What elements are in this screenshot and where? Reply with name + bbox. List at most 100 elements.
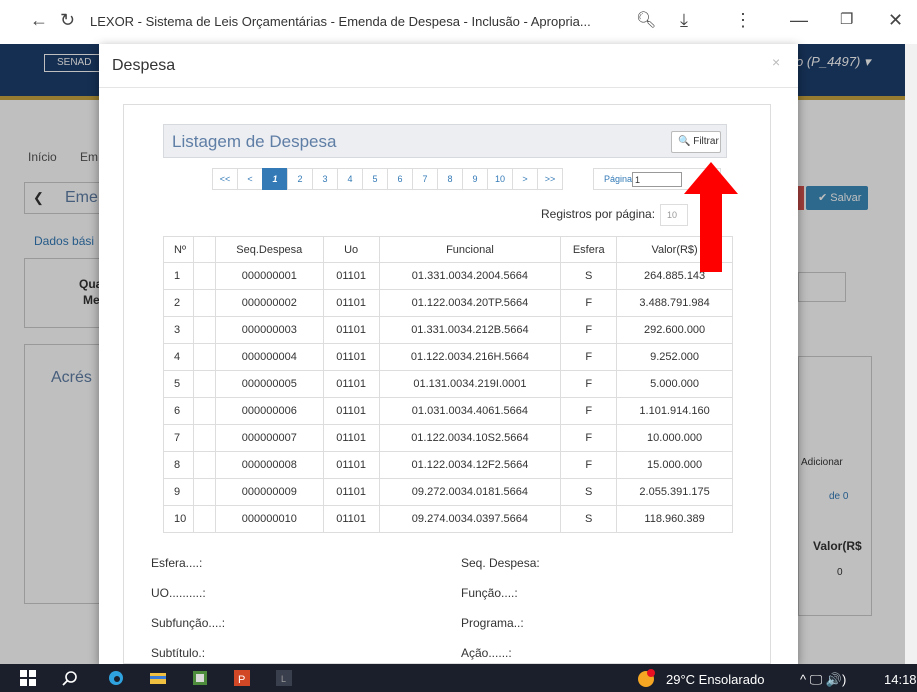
download-icon[interactable]: ⤓ bbox=[680, 10, 688, 31]
table-cell: 2 bbox=[163, 289, 194, 317]
listing-title: Listagem de Despesa bbox=[172, 132, 337, 151]
row-spacer-cell bbox=[192, 343, 216, 371]
minimize-icon[interactable]: — bbox=[790, 10, 808, 31]
page-link[interactable]: > bbox=[512, 168, 538, 190]
windows-start-icon[interactable] bbox=[20, 670, 36, 686]
filter-button[interactable]: 🔍 Filtrar bbox=[671, 131, 721, 153]
table-cell: 01101 bbox=[322, 397, 380, 425]
table-cell: 01.031.0034.4061.5664 bbox=[378, 397, 562, 425]
detail-acao: Ação......: bbox=[461, 646, 512, 660]
page-link[interactable]: << bbox=[212, 168, 238, 190]
powerpoint-icon[interactable]: P bbox=[234, 670, 250, 686]
table-row[interactable]: 10 000000010 01101 09.274.0034.0397.5664 S 11… bbox=[163, 505, 733, 533]
table-cell: 000000002 bbox=[214, 289, 324, 317]
page-link[interactable]: 6 bbox=[387, 168, 413, 190]
table-row[interactable]: 4 000000004 01101 01.122.0034.216H.5664 F 9.2… bbox=[163, 343, 733, 371]
row-spacer-cell bbox=[192, 289, 216, 317]
table-row[interactable]: 1 000000001 01101 01.331.0034.2004.5664 S 264… bbox=[163, 262, 733, 290]
col-header-seq: Seq.Despesa bbox=[214, 236, 324, 263]
table-cell: 7 bbox=[163, 424, 194, 452]
table-cell: 000000009 bbox=[214, 478, 324, 506]
table-cell: 01101 bbox=[322, 451, 380, 479]
edge-browser-icon[interactable] bbox=[108, 670, 124, 686]
page-link[interactable]: 3 bbox=[312, 168, 338, 190]
page-link[interactable]: 8 bbox=[437, 168, 463, 190]
page-link[interactable]: 2 bbox=[287, 168, 313, 190]
page-link[interactable]: < bbox=[237, 168, 263, 190]
table-header-row: Nº Seq.Despesa Uo Funcional Esfera Valor… bbox=[163, 236, 733, 263]
clock[interactable]: 14:18 bbox=[884, 672, 917, 687]
page-link[interactable]: 4 bbox=[337, 168, 363, 190]
table-cell: 01.122.0034.10S2.5664 bbox=[378, 424, 562, 452]
search-icon[interactable] bbox=[62, 670, 78, 686]
table-cell: F bbox=[560, 451, 618, 479]
table-row[interactable]: 7 000000007 01101 01.122.0034.10S2.5664 F 10.… bbox=[163, 424, 733, 452]
col-header-uo: Uo bbox=[322, 236, 380, 263]
detail-subfuncao: Subfunção....: bbox=[151, 616, 226, 630]
page-link[interactable]: 1 bbox=[262, 168, 288, 190]
detail-seq-despesa: Seq. Despesa: bbox=[461, 556, 540, 570]
page-scrollbar[interactable] bbox=[905, 44, 917, 664]
table-row[interactable]: 3 000000003 01101 01.331.0034.212B.5664 F 292… bbox=[163, 316, 733, 344]
modal-header: Despesa × bbox=[99, 44, 798, 88]
table-cell: 01101 bbox=[322, 370, 380, 398]
table-cell: F bbox=[560, 397, 618, 425]
row-spacer-cell bbox=[192, 478, 216, 506]
system-tray-icons[interactable]: ^ 🖵 🔊) bbox=[800, 672, 846, 688]
table-cell: 01.122.0034.12F2.5664 bbox=[378, 451, 562, 479]
browser-toolbar: ← ↻ LEXOR - Sistema de Leis Orçamentária… bbox=[0, 0, 917, 44]
table-cell: F bbox=[560, 316, 618, 344]
table-row[interactable]: 5 000000005 01101 01.131.0034.219I.0001 F 5.0… bbox=[163, 370, 733, 398]
detail-uo: UO..........: bbox=[151, 586, 206, 600]
table-cell: 3 bbox=[163, 316, 194, 344]
page-link[interactable]: 9 bbox=[462, 168, 488, 190]
table-cell: S bbox=[560, 262, 618, 290]
weather-sun-icon[interactable] bbox=[636, 668, 656, 688]
table-cell: 8 bbox=[163, 451, 194, 479]
table-cell: 000000008 bbox=[214, 451, 324, 479]
page-input[interactable] bbox=[632, 172, 682, 187]
table-row[interactable]: 9 000000009 01101 09.272.0034.0181.5664 S 2.0… bbox=[163, 478, 733, 506]
page-label: Página bbox=[604, 174, 633, 184]
restore-icon[interactable]: ❐ bbox=[840, 10, 853, 28]
page-link[interactable]: 7 bbox=[412, 168, 438, 190]
table-cell: 000000003 bbox=[214, 316, 324, 344]
modal-title: Despesa bbox=[112, 57, 176, 74]
file-explorer-icon[interactable] bbox=[150, 670, 166, 686]
table-cell: 09.274.0034.0397.5664 bbox=[378, 505, 562, 533]
table-cell: 01101 bbox=[322, 478, 380, 506]
back-arrow-icon[interactable]: ← bbox=[30, 10, 48, 31]
listing-header: Listagem de Despesa 🔍 Filtrar bbox=[163, 124, 727, 158]
table-cell: 01.122.0034.216H.5664 bbox=[378, 343, 562, 371]
table-row[interactable]: 2 000000002 01101 01.122.0034.20TP.5664 F 3.4… bbox=[163, 289, 733, 317]
table-row[interactable]: 6 000000006 01101 01.031.0034.4061.5664 F 1.1… bbox=[163, 397, 733, 425]
taskbar-app-icon[interactable]: L bbox=[276, 670, 292, 686]
table-cell: 01.122.0034.20TP.5664 bbox=[378, 289, 562, 317]
page-link[interactable]: >> bbox=[537, 168, 563, 190]
page-link[interactable]: 5 bbox=[362, 168, 388, 190]
page-link[interactable]: 10 bbox=[487, 168, 513, 190]
pagination: << <1 2 3 4 5 6 7 8 9 10 > >> bbox=[212, 168, 563, 190]
calculator-app-icon[interactable] bbox=[192, 670, 208, 686]
detail-programa: Programa..: bbox=[461, 616, 524, 630]
table-cell: F bbox=[560, 289, 618, 317]
table-cell: 000000005 bbox=[214, 370, 324, 398]
per-page-label: Registros por página: bbox=[541, 207, 656, 221]
table-cell: 000000004 bbox=[214, 343, 324, 371]
table-cell: 000000006 bbox=[214, 397, 324, 425]
zoom-icon[interactable]: 🔍︎ bbox=[636, 10, 656, 30]
table-cell: S bbox=[560, 478, 618, 506]
table-cell: 10 bbox=[163, 505, 194, 533]
table-cell: 000000001 bbox=[214, 262, 324, 290]
menu-dots-icon[interactable]: ⋮ bbox=[734, 10, 752, 31]
close-window-icon[interactable]: ✕ bbox=[888, 10, 903, 31]
table-cell: 6 bbox=[163, 397, 194, 425]
reload-icon[interactable]: ↻ bbox=[60, 10, 75, 31]
weather-text[interactable]: 29°C Ensolarado bbox=[666, 672, 764, 687]
table-cell: 01101 bbox=[322, 505, 380, 533]
table-cell: 1.101.914.160 bbox=[616, 397, 733, 425]
detail-esfera: Esfera....: bbox=[151, 556, 203, 570]
col-header-spacer bbox=[192, 236, 216, 263]
modal-close-button[interactable]: × bbox=[772, 54, 780, 70]
table-row[interactable]: 8 000000008 01101 01.122.0034.12F2.5664 F 15.… bbox=[163, 451, 733, 479]
